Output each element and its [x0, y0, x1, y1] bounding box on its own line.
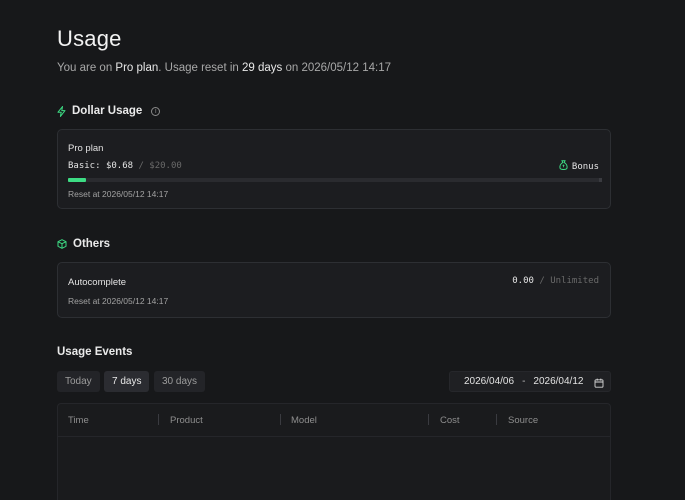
dollar-usage-card: Pro plan Basic: $0.68 / $20.00 Bonus Res…	[57, 129, 611, 209]
date-from: 2026/04/06	[464, 376, 515, 387]
column-source[interactable]: Source	[508, 415, 538, 426]
dollar-usage-heading: Dollar Usage i	[57, 105, 161, 117]
column-model[interactable]: Model	[291, 415, 317, 426]
basic-limit: $20.00	[149, 161, 182, 171]
subtitle-mid: . Usage reset in	[158, 62, 242, 74]
column-divider[interactable]	[280, 414, 281, 425]
basic-used: $0.68	[105, 161, 134, 171]
others-heading: Others	[57, 238, 110, 250]
filter-30days-button[interactable]: 30 days	[154, 371, 206, 392]
date-to: 2026/04/12	[533, 376, 584, 387]
autocomplete-separator: /	[533, 276, 551, 286]
others-reset-text: Reset at 2026/05/12 14:17	[68, 296, 169, 306]
lightning-icon	[57, 105, 66, 117]
column-cost[interactable]: Cost	[440, 415, 460, 426]
calendar-icon[interactable]	[594, 376, 604, 395]
cube-icon	[57, 239, 67, 249]
others-card: Autocomplete 0.00 / Unlimited Reset at 2…	[57, 262, 611, 318]
filter-7days-button[interactable]: 7 days	[104, 371, 150, 392]
reset-datetime: 2026/05/12 14:17	[301, 62, 391, 74]
usage-progress-fill	[68, 178, 87, 182]
dollar-reset-text: Reset at 2026/05/12 14:17	[68, 189, 169, 199]
dollar-usage-title: Dollar Usage	[72, 105, 143, 117]
money-bag-icon	[559, 160, 568, 173]
date-separator: -	[522, 376, 526, 387]
basic-usage: Basic: $0.68 / $20.00	[68, 161, 182, 171]
basic-separator: /	[133, 161, 150, 171]
plan-name: Pro plan	[115, 62, 159, 74]
column-divider[interactable]	[158, 414, 159, 425]
usage-page: Usage You are on Pro plan. Usage reset i…	[0, 0, 685, 500]
column-product[interactable]: Product	[170, 415, 203, 426]
autocomplete-usage: 0.00 / Unlimited	[512, 276, 599, 286]
page-title: Usage	[57, 26, 122, 51]
subtitle-on: on	[282, 62, 302, 74]
subtitle-prefix: You are on	[57, 62, 116, 74]
column-divider[interactable]	[496, 414, 497, 425]
usage-events-title: Usage Events	[57, 346, 133, 358]
filter-today-button[interactable]: Today	[57, 371, 100, 392]
bonus-label: Bonus	[571, 161, 599, 172]
autocomplete-limit: Unlimited	[550, 276, 599, 286]
basic-label: Basic:	[68, 161, 106, 171]
usage-events-table: Time Product Model Cost Source	[57, 403, 611, 500]
others-title: Others	[73, 238, 111, 250]
autocomplete-used: 0.00	[512, 276, 534, 286]
table-header: Time Product Model Cost Source	[58, 404, 610, 437]
column-divider[interactable]	[428, 414, 429, 425]
usage-progress-end	[599, 178, 602, 182]
days-remaining: 29 days	[241, 62, 283, 74]
plan-summary: You are on Pro plan. Usage reset in 29 d…	[57, 62, 391, 74]
plan-label: Pro plan	[68, 143, 104, 154]
date-range-picker[interactable]: 2026/04/06-2026/04/12	[449, 371, 611, 392]
bonus-indicator[interactable]: Bonus	[559, 160, 599, 173]
column-time[interactable]: Time	[68, 415, 89, 426]
autocomplete-label: Autocomplete	[68, 277, 127, 288]
info-icon[interactable]: i	[151, 106, 161, 116]
usage-progress-bar	[68, 178, 602, 182]
